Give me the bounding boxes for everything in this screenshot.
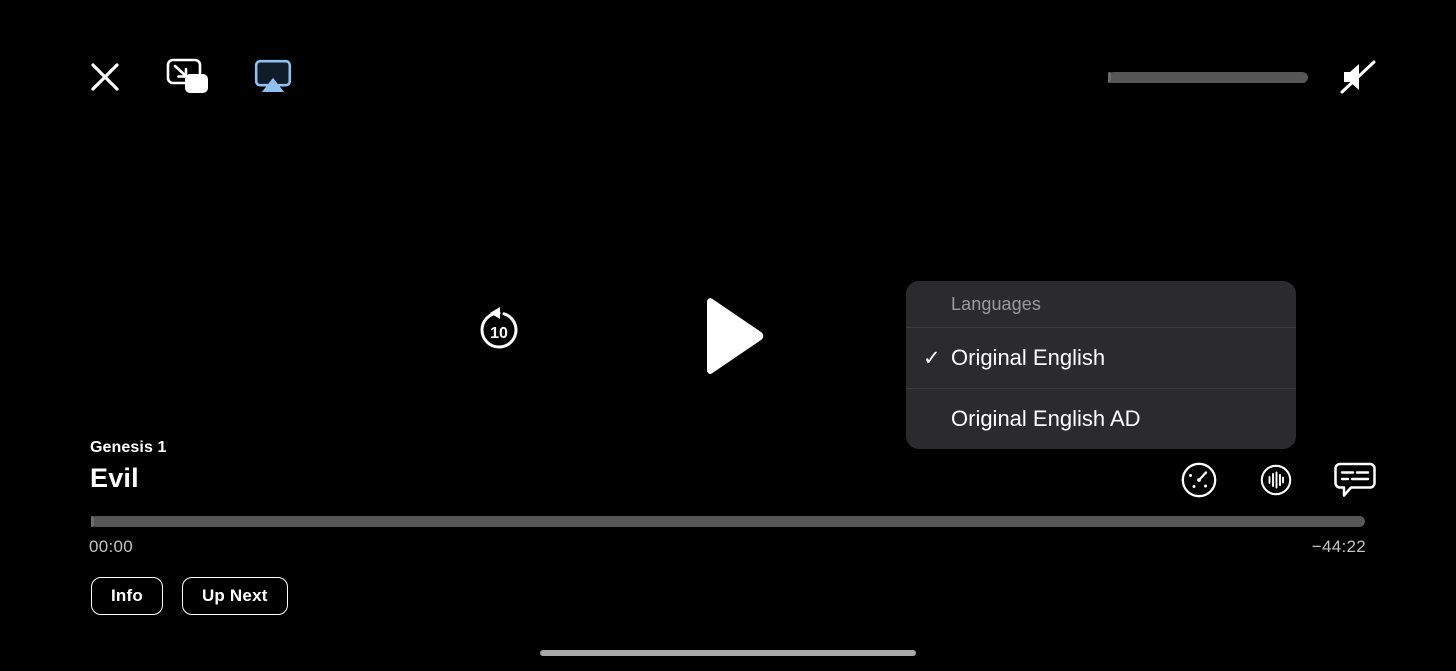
playback-speed-icon[interactable] (1180, 461, 1218, 499)
speaker-mute-icon[interactable] (1338, 58, 1378, 96)
time-row: 00:00 −44:22 (89, 537, 1366, 557)
languages-menu: Languages ✓ Original English ✓ Original … (906, 281, 1296, 449)
info-button[interactable]: Info (91, 577, 163, 615)
home-indicator[interactable] (540, 650, 916, 656)
skip-back-10-icon[interactable]: 10 (474, 304, 524, 356)
video-player-overlay: 10 Languages ✓ Original English ✓ Origin… (0, 0, 1456, 671)
subtitles-icon[interactable] (1334, 461, 1376, 499)
languages-menu-item-original-english[interactable]: ✓ Original English (906, 328, 1296, 389)
bottom-right-icon-group (1180, 461, 1376, 499)
playback-scrubber-fill (91, 516, 94, 527)
top-bar (0, 52, 1456, 102)
volume-slider[interactable] (1108, 71, 1308, 83)
page-title: Evil (90, 463, 139, 493)
close-icon[interactable] (88, 60, 122, 94)
picture-in-picture-icon[interactable] (166, 58, 210, 96)
now-playing-info: Genesis 1 Evil (90, 437, 167, 495)
languages-menu-item-label: Original English AD (951, 406, 1141, 431)
airplay-icon[interactable] (254, 59, 292, 95)
playback-scrubber[interactable] (91, 516, 1365, 527)
languages-menu-item-label: Original English (951, 345, 1106, 370)
volume-slider-fill (1108, 71, 1111, 83)
languages-menu-header: Languages (906, 281, 1296, 328)
up-next-button[interactable]: Up Next (181, 577, 288, 615)
elapsed-time: 00:00 (89, 537, 134, 556)
languages-menu-item-original-english-ad[interactable]: ✓ Original English AD (906, 389, 1296, 449)
top-left-icon-group (88, 52, 292, 102)
episode-subtitle: Genesis 1 (90, 439, 167, 456)
top-right-icon-group (1108, 52, 1378, 102)
skip-back-10-label: 10 (490, 325, 508, 342)
audio-track-icon[interactable] (1259, 463, 1293, 497)
checkmark-icon: ✓ (923, 346, 941, 370)
remaining-time: −44:22 (1311, 537, 1366, 556)
bottom-button-row: Info Up Next (91, 577, 288, 615)
play-icon[interactable] (700, 296, 766, 376)
